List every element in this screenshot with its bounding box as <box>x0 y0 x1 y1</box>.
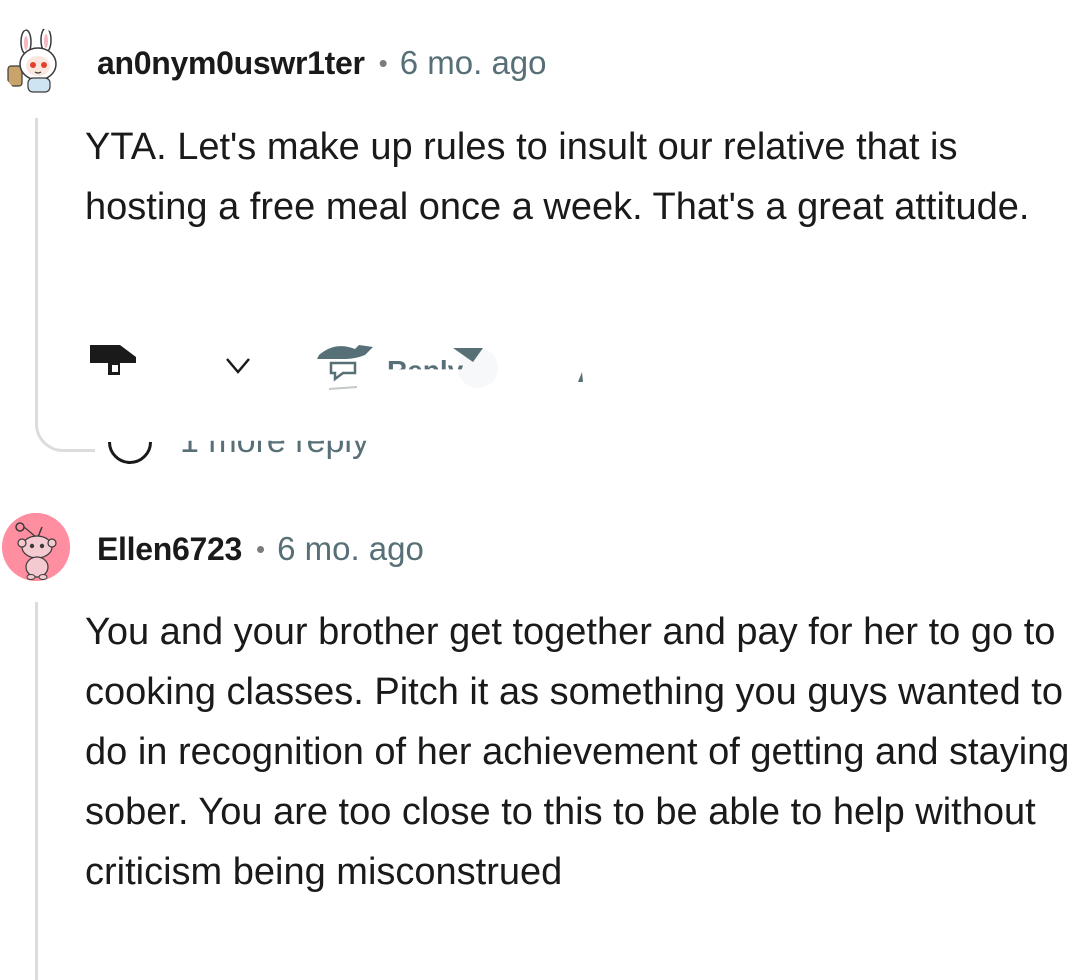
upvote-icon <box>90 345 136 375</box>
username-link[interactable]: an0nym0uswr1ter <box>97 45 365 82</box>
comment-thread: an0nym0uswr1ter • 6 mo. ago YTA. Let's m… <box>0 0 1080 980</box>
thread-line[interactable] <box>35 118 38 418</box>
bunny-hood-snoo-avatar-icon <box>3 28 69 95</box>
avatar[interactable] <box>2 513 70 581</box>
more-options-icon <box>578 372 583 382</box>
timestamp[interactable]: 6 mo. ago <box>277 530 424 568</box>
comment-action-bar: Reply <box>85 335 645 395</box>
downvote-button[interactable] <box>225 355 251 382</box>
reply-bubble-icon <box>317 345 373 390</box>
thread-line[interactable] <box>35 602 38 980</box>
comment-body: YTA. Let's make up rules to insult our r… <box>85 126 1030 228</box>
separator-dot: • <box>255 533 266 564</box>
expand-circle-icon <box>108 442 152 464</box>
comment-body: You and your brother get together and pa… <box>85 611 1070 893</box>
separator-dot: • <box>378 47 388 78</box>
comment-header: Ellen6723 • 6 mo. ago <box>97 524 424 574</box>
username-link[interactable]: Ellen6723 <box>97 531 242 568</box>
more-replies-link[interactable]: 1 more reply <box>108 430 369 480</box>
more-options-button[interactable] <box>577 370 585 389</box>
default-snoo-avatar-icon <box>2 513 70 581</box>
avatar[interactable] <box>2 28 70 96</box>
timestamp[interactable]: 6 mo. ago <box>400 44 547 82</box>
thread-line-curve <box>35 400 95 452</box>
downvote-icon <box>226 358 250 374</box>
more-replies-label: 1 more reply <box>180 422 369 460</box>
reply-label: Reply <box>387 355 464 386</box>
comment-header: an0nym0uswr1ter • 6 mo. ago <box>97 38 547 88</box>
upvote-button[interactable] <box>90 343 138 384</box>
reply-button[interactable]: Reply <box>315 339 503 391</box>
